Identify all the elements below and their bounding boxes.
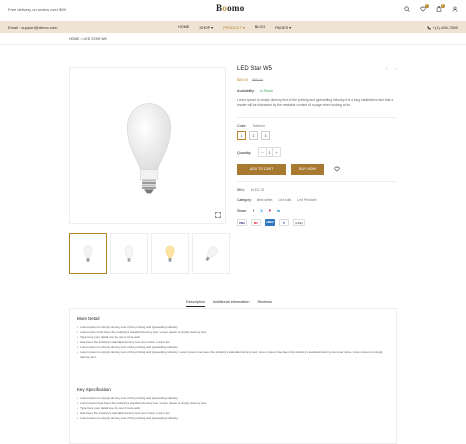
description-panel: More Detail Lorem Ipsum is simply dummy … — [69, 308, 397, 444]
search-icon[interactable] — [404, 6, 410, 12]
menu-product[interactable]: PRODUCT ▾ — [223, 25, 245, 30]
increase-button[interactable]: + — [273, 148, 280, 156]
next-product-icon[interactable]: › — [395, 66, 396, 71]
availability: Availability: In Stock — [237, 89, 273, 93]
list-item-text: Lorem Ipsum is simply dummy text of the … — [80, 416, 179, 420]
phone-contact[interactable]: +(1)-456-7890 — [426, 25, 458, 30]
twitter-icon[interactable]: 𝕏 — [260, 209, 263, 213]
support-email: Email : support@demo.com — [8, 25, 58, 30]
facebook-icon[interactable]: f — [253, 209, 254, 213]
quantity-input[interactable]: 1 — [266, 148, 273, 156]
share-row: Share: f 𝕏 P in — [237, 209, 280, 213]
logo[interactable]: Boomo — [216, 3, 245, 13]
user-icon[interactable] — [452, 6, 458, 12]
main-product-image[interactable] — [69, 67, 226, 224]
list-item: Lorem Ipsum is simply dummy text of the … — [77, 350, 393, 360]
wishlist-count-badge: 0 — [425, 4, 429, 8]
gpay-icon: G Pay — [293, 219, 305, 226]
current-price: $89.00 — [237, 78, 248, 82]
bulb-thumb-icon — [83, 245, 93, 262]
breadcrumb: HOME > LED STAR W5 — [69, 37, 107, 41]
availability-label: Availability: — [237, 89, 255, 93]
cart-icon[interactable]: 0 — [436, 4, 445, 12]
thumbnail-2[interactable] — [110, 233, 148, 274]
sku-row: SKU: #LED-76 — [237, 188, 264, 192]
heart-icon[interactable] — [334, 166, 340, 172]
color-row: Color: Salmon — [237, 124, 265, 128]
divider — [237, 181, 397, 182]
thumbnail-3[interactable] — [151, 233, 189, 274]
price-block: $89.00 $99.00 — [237, 78, 263, 82]
sku-label: SKU: — [237, 188, 245, 192]
menu-shop[interactable]: SHOP ▾ — [199, 25, 213, 30]
product-tabs: Description Additional information Revie… — [186, 300, 272, 307]
divider — [237, 117, 397, 118]
quantity-label: Quantity: — [237, 151, 252, 155]
thumbnail-1[interactable] — [69, 233, 107, 274]
old-price: $99.00 — [252, 78, 263, 82]
promo-text: Free delivery on orders over $99 — [8, 7, 66, 12]
availability-value: In Stock — [259, 89, 273, 93]
menu-pages[interactable]: PAGES ▾ — [275, 25, 291, 30]
swatch-3[interactable]: 3 — [261, 131, 270, 140]
led-bulb-icon — [126, 103, 171, 194]
swatch-1[interactable]: 1 — [237, 131, 246, 140]
decrease-button[interactable]: − — [259, 148, 266, 156]
sku-value: #LED-76 — [250, 188, 265, 192]
phone-icon — [426, 25, 431, 30]
linkedin-icon[interactable]: in — [277, 209, 280, 213]
tab-additional-information[interactable]: Additional information — [213, 300, 250, 307]
prev-product-icon[interactable]: ‹ — [386, 66, 387, 71]
paypal-icon: P — [279, 219, 289, 226]
visa-icon: VISA — [237, 219, 247, 226]
list-item: Lorem Ipsum is simply dummy text of the … — [77, 416, 393, 421]
fullscreen-icon[interactable] — [215, 212, 221, 218]
category-link[interactable]: Best seller, — [257, 198, 274, 202]
pinterest-icon[interactable]: P — [269, 209, 271, 213]
menu-blog[interactable]: BLOG — [255, 25, 266, 30]
menu-home[interactable]: HOME — [178, 25, 189, 30]
color-label: Color: — [237, 124, 247, 128]
key-specification-list: Lorem Ipsum is simply dummy text of the … — [77, 396, 393, 421]
category-label: Category: — [237, 198, 252, 202]
divider — [0, 44, 466, 45]
product-nav: ‹ › — [386, 66, 397, 71]
product-title: LED Star W5 — [237, 66, 273, 72]
short-description: Lorem Ipsum is simply dummy text of the … — [237, 98, 394, 107]
swatch-group: 1 2 3 — [237, 131, 270, 140]
buy-now-button[interactable]: BUY NOW — [291, 164, 324, 175]
share-label: Share: — [237, 209, 247, 213]
category-row: Category: Best seller, Led bulb, Led Pen… — [237, 198, 316, 202]
cart-count-badge: 0 — [441, 4, 445, 8]
lit-bulb-thumb-icon — [165, 245, 175, 262]
more-detail-list: Lorem Ipsum is simply dummy text of the … — [77, 325, 393, 360]
phone-number: +(1)-456-7890 — [432, 25, 458, 30]
list-item-text: Lorem Ipsum is simply dummy text of the … — [80, 350, 383, 359]
quantity-stepper: − 1 + — [258, 147, 281, 157]
category-link[interactable]: Led bulb, — [278, 198, 292, 202]
main-menu: HOME SHOP ▾ PRODUCT ▾ BLOG PAGES ▾ — [178, 25, 291, 30]
mastercard-icon: MC — [251, 219, 261, 226]
category-link[interactable]: Led Pendant — [297, 198, 316, 202]
header-icons: 0 0 — [404, 4, 458, 12]
key-specification-title: Key Specification — [77, 387, 111, 392]
main-nav-bar: Email : support@demo.com HOME SHOP ▾ PRO… — [0, 21, 466, 33]
top-bar: Free delivery on orders over $99 Boomo 0… — [0, 0, 466, 21]
add-to-cart-button[interactable]: ADD TO CART — [237, 164, 286, 175]
color-value: Salmon — [252, 124, 265, 128]
amex-icon: AMEX — [265, 219, 275, 226]
tilted-bulb-thumb-icon — [205, 245, 218, 261]
more-detail-title: More Detail — [77, 316, 100, 321]
bulb-thumb-icon — [124, 245, 134, 262]
swatch-2[interactable]: 2 — [249, 131, 258, 140]
wishlist-icon[interactable]: 0 — [420, 4, 429, 12]
tab-description[interactable]: Description — [186, 300, 205, 307]
thumbnail-strip — [69, 233, 230, 274]
tab-reviews[interactable]: Reviews — [258, 300, 272, 307]
thumbnail-4[interactable] — [192, 233, 230, 274]
payment-methods: VISA MC AMEX P G Pay — [237, 219, 305, 226]
logo-rest: omo — [227, 3, 245, 13]
